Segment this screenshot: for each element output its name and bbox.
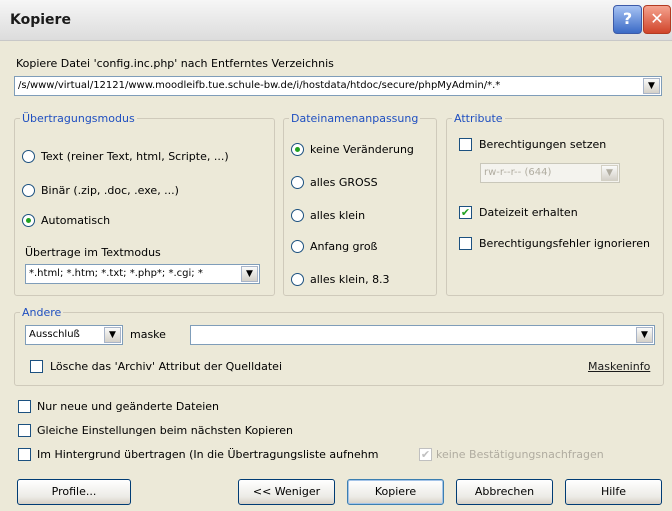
background-transfer-label: Im Hintergrund übertragen (In die Übertr… bbox=[37, 448, 379, 461]
new-only-label: Nur neue und geänderte Dateien bbox=[37, 400, 220, 413]
title-bar[interactable]: Kopiere ? ✕ bbox=[0, 0, 672, 41]
radio-uppercase-label: alles GROSS bbox=[310, 176, 378, 189]
profiles-button[interactable]: Profile... bbox=[17, 479, 131, 505]
copy-button[interactable]: Kopiere bbox=[347, 479, 444, 505]
keep-date-checkbox[interactable]: ✔ bbox=[459, 206, 472, 219]
radio-text-mode[interactable] bbox=[22, 150, 35, 163]
radio-lowercase-label: alles klein bbox=[310, 209, 366, 222]
ignore-errors-label: Berechtigungsfehler ignorieren bbox=[479, 237, 650, 250]
radio-text-label: Text (reiner Text, html, Scripte, ...) bbox=[41, 150, 229, 163]
radio-lowercase[interactable] bbox=[291, 209, 304, 222]
help-button[interactable]: Hilfe bbox=[565, 479, 662, 505]
other-group bbox=[14, 312, 664, 386]
cancel-button[interactable]: Abbrechen bbox=[456, 479, 553, 505]
attributes-title: Attribute bbox=[452, 112, 505, 125]
chevron-down-icon: ▼ bbox=[601, 165, 618, 181]
target-path-combobox[interactable]: /s/www/virtual/12121/www.moodleifb.tue.s… bbox=[14, 76, 662, 96]
help-title-button[interactable]: ? bbox=[613, 5, 642, 34]
radio-capitalize-label: Anfang groß bbox=[310, 240, 378, 253]
radio-binary-label: Binär (.zip, .doc, .exe, ...) bbox=[41, 184, 179, 197]
less-button[interactable]: << Weniger bbox=[238, 479, 335, 505]
no-confirm-label: keine Bestätigungsnachfragen bbox=[436, 448, 604, 461]
permissions-value: rw-r--r-- (644) bbox=[484, 167, 552, 178]
new-only-checkbox[interactable] bbox=[18, 400, 31, 413]
radio-lowercase-83[interactable] bbox=[291, 273, 304, 286]
clear-archive-checkbox[interactable] bbox=[30, 360, 43, 373]
set-permissions-checkbox[interactable] bbox=[459, 138, 472, 151]
same-settings-label: Gleiche Einstellungen beim nächsten Kopi… bbox=[37, 424, 294, 437]
radio-no-change[interactable] bbox=[291, 143, 304, 156]
mask-info-link[interactable]: Maskeninfo bbox=[588, 360, 650, 373]
radio-lowercase-83-label: alles klein, 8.3 bbox=[310, 273, 390, 286]
filename-case-title: Dateinamenanpassung bbox=[289, 112, 421, 125]
ignore-errors-checkbox[interactable] bbox=[459, 237, 472, 250]
chevron-down-icon[interactable]: ▼ bbox=[643, 78, 660, 94]
filter-mode-combobox[interactable]: Ausschluß ▼ bbox=[25, 325, 123, 345]
textmode-label: Übertrage im Textmodus bbox=[25, 246, 161, 259]
close-button[interactable]: ✕ bbox=[643, 5, 671, 34]
target-path-value: /s/www/virtual/12121/www.moodleifb.tue.s… bbox=[18, 80, 501, 91]
no-confirm-checkbox: ✔ bbox=[419, 448, 432, 461]
window-title: Kopiere bbox=[10, 12, 71, 28]
radio-automatic-mode[interactable] bbox=[22, 214, 35, 227]
radio-uppercase[interactable] bbox=[291, 176, 304, 189]
chevron-down-icon[interactable]: ▼ bbox=[636, 327, 653, 343]
permissions-combobox: rw-r--r-- (644) ▼ bbox=[480, 163, 620, 183]
mask-combobox[interactable]: ▼ bbox=[190, 325, 655, 345]
chevron-down-icon[interactable]: ▼ bbox=[241, 266, 258, 282]
same-settings-checkbox[interactable] bbox=[18, 424, 31, 437]
radio-automatic-label: Automatisch bbox=[41, 214, 111, 227]
clear-archive-label: Lösche das 'Archiv' Attribut der Quellda… bbox=[50, 360, 283, 373]
other-title: Andere bbox=[20, 306, 64, 319]
keep-date-label: Dateizeit erhalten bbox=[479, 206, 578, 219]
filter-mode-value: Ausschluß bbox=[29, 329, 80, 340]
background-transfer-checkbox[interactable] bbox=[18, 448, 31, 461]
chevron-down-icon[interactable]: ▼ bbox=[104, 327, 121, 343]
set-permissions-label: Berechtigungen setzen bbox=[479, 138, 607, 151]
radio-binary-mode[interactable] bbox=[22, 184, 35, 197]
textmode-extensions-combobox[interactable]: *.html; *.htm; *.txt; *.php*; *.cgi; * ▼ bbox=[25, 264, 260, 284]
copy-description-label: Kopiere Datei 'config.inc.php' nach Entf… bbox=[16, 57, 334, 70]
transfer-mode-title: Übertragungsmodus bbox=[20, 112, 137, 125]
textmode-extensions-value: *.html; *.htm; *.txt; *.php*; *.cgi; * bbox=[29, 268, 203, 279]
mask-label: maske bbox=[130, 328, 166, 341]
radio-no-change-label: keine Veränderung bbox=[310, 143, 414, 156]
radio-capitalize[interactable] bbox=[291, 240, 304, 253]
